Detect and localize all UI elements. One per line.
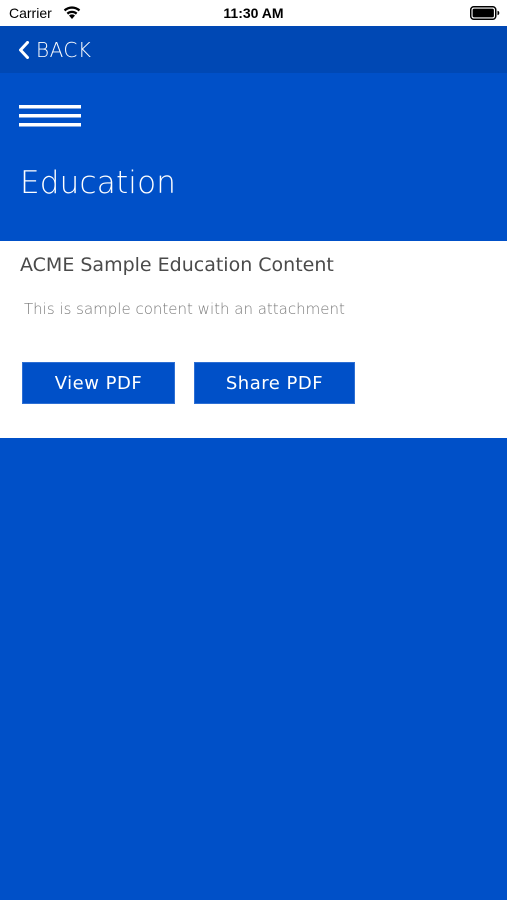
view-pdf-button[interactable]: View PDF [22,362,175,404]
battery-icon [470,6,500,20]
status-time: 11:30 AM [223,5,284,21]
content-title: ACME Sample Education Content [20,254,334,276]
content-card: ACME Sample Education Content This is sa… [0,241,507,438]
page-title: Education [20,165,177,201]
status-bar: Carrier 11:30 AM [0,0,507,26]
content-description: This is sample content with an attachmen… [24,300,345,318]
hamburger-menu-icon[interactable] [19,105,81,127]
chevron-left-icon [19,41,29,59]
page-header: Education [0,73,507,241]
back-label: BACK [36,38,92,62]
share-pdf-button[interactable]: Share PDF [194,362,355,404]
navigation-bar: BACK [0,26,507,73]
back-button[interactable]: BACK [18,36,92,64]
